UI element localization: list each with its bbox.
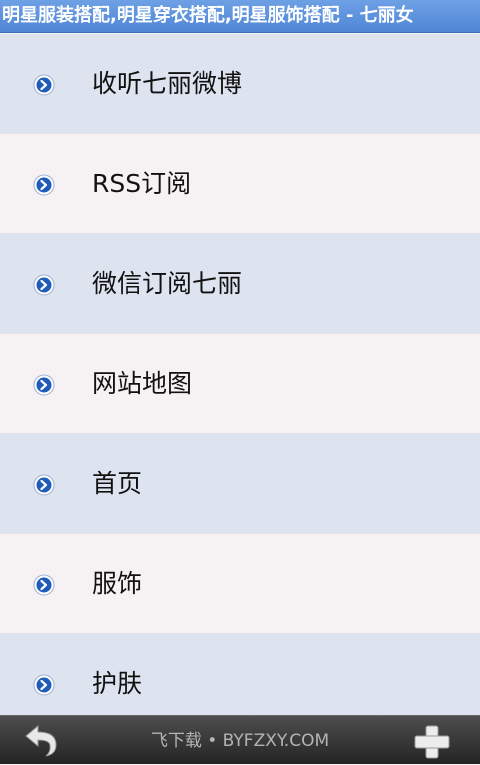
menu-item[interactable]: 收听七丽微博 [0,34,480,134]
title-bar: 明星服装搭配,明星穿衣搭配,明星服饰搭配 - 七丽女 [0,0,480,33]
menu-item[interactable]: 微信订阅七丽 [0,234,480,334]
bottom-bar: 飞下载 • BYFZXY.COM [0,715,480,764]
back-button[interactable] [22,723,66,759]
plus-icon [414,725,450,759]
menu-item-label: 网站地图 [92,369,193,398]
menu-item-label: 服饰 [92,569,143,598]
chevron-right-circle-icon [33,474,55,496]
chevron-right-circle-icon [33,374,55,396]
menu-item-label: 首页 [92,469,143,498]
chevron-right-circle-icon [33,674,55,696]
menu-item[interactable]: 服饰 [0,534,480,634]
menu-item-label: 护肤 [92,669,143,698]
page-title: 明星服装搭配,明星穿衣搭配,明星服饰搭配 - 七丽女 [2,5,414,26]
chevron-right-circle-icon [33,174,55,196]
menu-item-label: 收听七丽微博 [92,69,243,98]
chevron-right-circle-icon [33,574,55,596]
menu-item[interactable]: RSS订阅 [0,134,480,234]
menu-item[interactable]: 网站地图 [0,334,480,434]
menu-item-label: 微信订阅七丽 [92,269,243,298]
add-button[interactable] [412,723,452,761]
menu-item[interactable]: 首页 [0,434,480,534]
watermark-text: 飞下载 • BYFZXY.COM [150,731,330,751]
chevron-right-circle-icon [33,274,55,296]
menu-list: 收听七丽微博 RSS订阅微信订阅七丽 网站地图首页服饰护肤 [0,34,480,715]
menu-item[interactable]: 护肤 [0,634,480,715]
back-arrow-icon [25,724,57,757]
menu-item-label: RSS订阅 [92,169,192,198]
chevron-right-circle-icon [33,74,55,96]
